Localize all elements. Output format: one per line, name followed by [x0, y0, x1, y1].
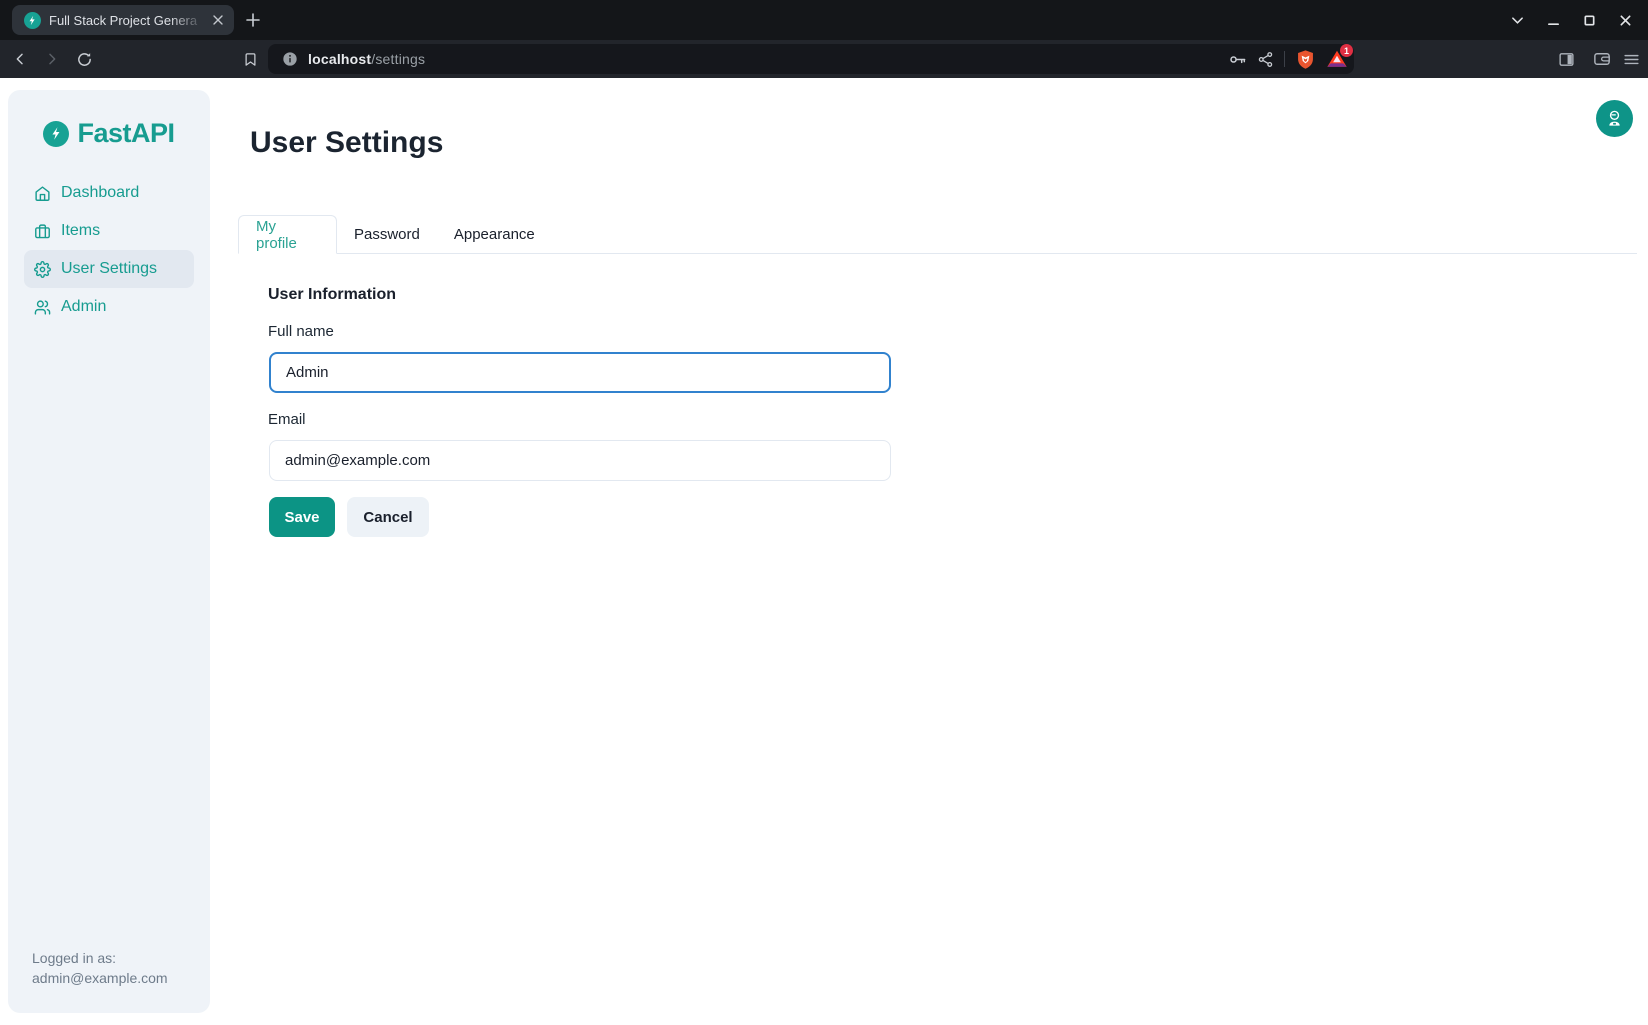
brave-shield-icon[interactable] [1295, 49, 1316, 70]
fastapi-favicon-icon [24, 12, 41, 29]
logged-in-info: Logged in as: admin@example.com [32, 948, 168, 988]
brave-rewards-icon[interactable]: 1 [1326, 48, 1348, 70]
browser-navbar: localhost/settings 1 [0, 40, 1648, 78]
email-label: Email [268, 411, 306, 428]
tab-appearance[interactable]: Appearance [437, 215, 552, 254]
rewards-badge: 1 [1340, 44, 1353, 57]
window-close-button[interactable] [1614, 9, 1636, 31]
reload-button[interactable] [70, 40, 98, 78]
sidebar-item-label: Admin [61, 298, 106, 316]
address-bar[interactable]: localhost/settings 1 [268, 44, 1354, 74]
page-title: User Settings [250, 126, 443, 160]
sidebar-item-user-settings[interactable]: User Settings [24, 250, 194, 288]
sidebar-item-dashboard[interactable]: Dashboard [24, 174, 194, 212]
full-name-label: Full name [268, 323, 334, 340]
new-tab-button[interactable] [244, 11, 262, 29]
tab-password[interactable]: Password [337, 215, 437, 254]
back-button[interactable] [6, 40, 34, 78]
sidebar-nav: Dashboard Items User Settings [24, 174, 194, 326]
url-host: localhost [308, 51, 371, 67]
tab-my-profile[interactable]: My profile [238, 215, 337, 254]
tab-search-chevron-icon[interactable] [1506, 9, 1528, 31]
full-name-input[interactable] [269, 352, 891, 393]
email-input[interactable] [269, 440, 891, 481]
logged-in-email: admin@example.com [32, 968, 168, 988]
forward-button[interactable] [38, 40, 66, 78]
save-button[interactable]: Save [269, 497, 335, 537]
browser-window: Full Stack Project Genera [0, 0, 1648, 1025]
divider [1284, 51, 1285, 67]
bookmark-icon[interactable] [236, 40, 264, 78]
user-menu-button[interactable] [1596, 100, 1633, 137]
users-icon [34, 299, 51, 316]
cancel-button[interactable]: Cancel [347, 497, 429, 537]
section-title: User Information [268, 286, 396, 304]
sidebar-item-label: Items [61, 222, 100, 240]
fastapi-logo-text: FastAPI [77, 118, 174, 149]
password-key-icon[interactable] [1228, 50, 1247, 69]
logged-in-label: Logged in as: [32, 948, 168, 968]
sidebar-item-label: User Settings [61, 260, 157, 278]
window-minimize-button[interactable] [1542, 9, 1564, 31]
sidebar-item-label: Dashboard [61, 184, 139, 202]
briefcase-icon [34, 223, 51, 240]
url-text: localhost/settings [308, 44, 425, 74]
site-info-icon[interactable] [276, 44, 304, 74]
window-maximize-button[interactable] [1578, 9, 1600, 31]
share-icon[interactable] [1257, 51, 1274, 68]
browser-tab-strip: Full Stack Project Genera [0, 0, 1648, 40]
gear-icon [34, 261, 51, 278]
sidebar-toggle-icon[interactable] [1552, 40, 1580, 78]
menu-hamburger-icon[interactable] [1617, 40, 1645, 78]
app-sidebar: FastAPI Dashboard Items [8, 90, 210, 1013]
sidebar-item-admin[interactable]: Admin [24, 288, 194, 326]
fastapi-logo-icon [43, 121, 69, 147]
wallet-icon[interactable] [1588, 40, 1616, 78]
settings-tabs: My profile Password Appearance [238, 215, 1637, 254]
page-content: FastAPI Dashboard Items [0, 78, 1648, 1025]
browser-tab[interactable]: Full Stack Project Genera [12, 5, 234, 35]
tab-close-icon[interactable] [209, 11, 226, 29]
home-icon [34, 185, 51, 202]
url-path: /settings [371, 51, 425, 67]
sidebar-item-items[interactable]: Items [24, 212, 194, 250]
fastapi-logo: FastAPI [8, 118, 210, 149]
tab-title: Full Stack Project Genera [49, 13, 209, 28]
user-astronaut-icon [1605, 109, 1624, 128]
